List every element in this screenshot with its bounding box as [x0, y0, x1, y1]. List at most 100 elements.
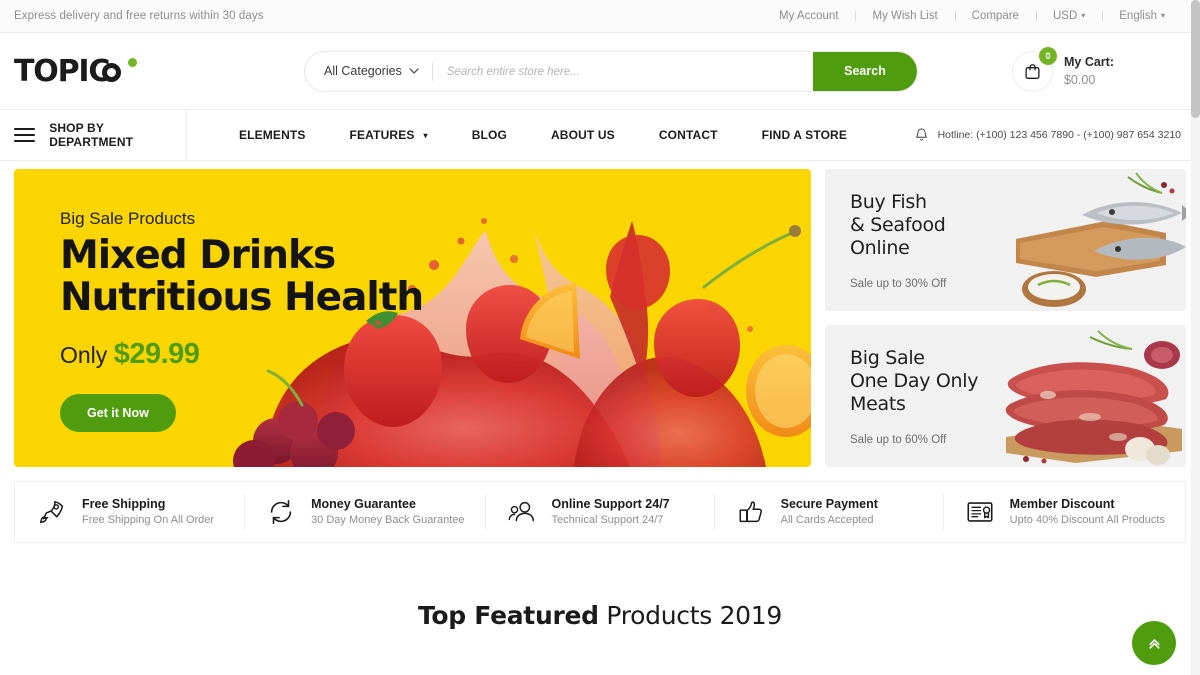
services-strip: Free Shipping Free Shipping On All Order… — [14, 481, 1186, 543]
utility-link-compare[interactable]: Compare — [955, 10, 1036, 22]
promo-title-line2: & Seafood — [850, 214, 946, 237]
promo-title-line1: Buy Fish — [850, 191, 927, 213]
utility-link-my-wish-list[interactable]: My Wish List — [855, 10, 954, 22]
promo-copy: Big Sale One Day Only Meats Sale up to 6… — [850, 347, 979, 446]
utility-link-my-account[interactable]: My Account — [762, 10, 855, 22]
promo-subtitle: Sale up to 60% Off — [850, 433, 947, 446]
cart-text: My Cart: $0.00 — [1064, 53, 1114, 89]
fish-seafood-image — [986, 169, 1186, 311]
main-navigation: SHOP BY DEPARTMENT ELEMENTS FEATURES ▾ BL… — [0, 109, 1200, 161]
service-text: Free Shipping Free Shipping On All Order — [82, 495, 214, 529]
section-heading-light: Products 2019 — [598, 601, 782, 630]
nav-item-label: CONTACT — [658, 128, 718, 142]
cart-count-badge: 0 — [1038, 46, 1057, 65]
service-title: Money Guarantee — [311, 496, 416, 511]
shop-by-department-button[interactable]: SHOP BY DEPARTMENT — [14, 109, 187, 161]
get-it-now-button[interactable]: Get it Now — [60, 394, 176, 433]
hero-price-value: $29.99 — [113, 338, 200, 371]
nav-item-label: ABOUT US — [550, 128, 615, 142]
nav-item-label: BLOG — [471, 128, 507, 142]
hero-kicker: Big Sale Products — [60, 209, 196, 228]
bell-icon — [915, 128, 927, 141]
scrollbar-thumb[interactable] — [1191, 0, 1200, 118]
service-text: Member Discount Upto 40% Discount All Pr… — [1010, 495, 1165, 529]
scroll-to-top-button[interactable] — [1132, 621, 1176, 665]
service-online-support: Online Support 24/7 Technical Support 24… — [485, 482, 714, 542]
promo-banner-meats[interactable]: Big Sale One Day Only Meats Sale up to 6… — [825, 325, 1186, 467]
hero-row: Big Sale Products Mixed Drinks Nutritiou… — [0, 161, 1200, 467]
meats-image — [986, 325, 1186, 467]
hotline: Hotline: (+100) 123 456 7890 - (+100) 98… — [914, 127, 1186, 143]
nav-item-blog[interactable]: BLOG — [450, 128, 529, 142]
service-text: Online Support 24/7 Technical Support 24… — [552, 495, 670, 529]
promo-subtitle: Sale up to 30% Off — [850, 277, 947, 290]
cart-area[interactable]: 0 My Cart: $0.00 — [918, 46, 1118, 92]
page-scrollbar[interactable] — [1191, 0, 1200, 675]
chevron-down-icon: ▾ — [1081, 11, 1086, 20]
logo-green-dot-icon — [128, 57, 137, 67]
language-selector[interactable]: English ▾ — [1102, 10, 1182, 22]
logo-text: TOPIC — [14, 53, 110, 89]
search-input[interactable] — [432, 51, 813, 91]
search-button[interactable]: Search — [813, 51, 917, 91]
cart-label: My Cart: — [1063, 54, 1114, 69]
service-free-shipping: Free Shipping Free Shipping On All Order — [15, 482, 244, 542]
nav-item-label: FIND A STORE — [761, 128, 848, 142]
nav-item-find-a-store[interactable]: FIND A STORE — [740, 128, 869, 142]
service-text: Secure Payment All Cards Accepted — [781, 495, 878, 529]
category-dropdown[interactable]: All Categories — [305, 52, 432, 91]
service-title: Secure Payment — [780, 496, 878, 511]
cart-icon-wrapper[interactable]: 0 — [1011, 46, 1057, 92]
people-icon — [505, 495, 539, 529]
cart-amount: $0.00 — [1063, 73, 1096, 87]
site-logo[interactable]: TOPIC — [14, 54, 304, 89]
nav-item-label: ELEMENTS — [239, 128, 306, 142]
hero-banner[interactable]: Big Sale Products Mixed Drinks Nutritiou… — [14, 169, 811, 467]
thumbs-up-icon — [734, 495, 768, 529]
chevron-down-icon: ▾ — [423, 130, 428, 140]
currency-selector[interactable]: USD ▾ — [1036, 10, 1102, 22]
certificate-icon — [963, 495, 997, 529]
nav-item-features[interactable]: FEATURES ▾ — [328, 128, 450, 142]
promo-banner-fish[interactable]: Buy Fish & Seafood Online Sale up to 30%… — [825, 169, 1186, 311]
service-text: Money Guarantee 30 Day Money Back Guaran… — [311, 495, 464, 529]
hotline-text: Hotline: (+100) 123 456 7890 - (+100) 98… — [937, 129, 1181, 141]
category-dropdown-label: All Categories — [324, 64, 402, 78]
service-subtitle: Free Shipping On All Order — [82, 514, 215, 527]
service-subtitle: Technical Support 24/7 — [551, 514, 664, 527]
service-secure-payment: Secure Payment All Cards Accepted — [714, 482, 943, 542]
nav-links: ELEMENTS FEATURES ▾ BLOG ABOUT US CONTACT… — [187, 128, 914, 142]
promo-copy: Buy Fish & Seafood Online Sale up to 30%… — [850, 191, 946, 290]
service-title: Free Shipping — [82, 496, 166, 511]
nav-item-elements[interactable]: ELEMENTS — [217, 128, 328, 142]
service-member-discount: Member Discount Upto 40% Discount All Pr… — [943, 482, 1185, 542]
currency-label: USD — [1052, 10, 1078, 22]
service-title: Online Support 24/7 — [551, 496, 670, 511]
hero-title-line1: Mixed Drinks — [60, 233, 336, 278]
utility-link-label: My Wish List — [872, 10, 938, 22]
chevron-down-icon — [409, 67, 419, 74]
hero-price-prefix: Only — [60, 342, 108, 369]
hero-title-line2: Nutritious Health — [60, 274, 424, 320]
service-money-guarantee: Money Guarantee 30 Day Money Back Guaran… — [244, 482, 484, 542]
nav-item-label: FEATURES — [349, 128, 415, 142]
page-root: Express delivery and free returns within… — [0, 0, 1200, 675]
section-heading-bold: Top Featured — [418, 601, 599, 630]
logo-ring-icon — [102, 62, 122, 82]
nav-item-about-us[interactable]: ABOUT US — [529, 128, 637, 142]
promo-title-line1: Big Sale — [850, 347, 925, 369]
main-header: TOPIC All Categories Search 0 — [0, 33, 1200, 109]
nav-item-contact[interactable]: CONTACT — [637, 128, 740, 142]
utility-link-label: My Account — [779, 10, 839, 22]
service-subtitle: All Cards Accepted — [780, 514, 874, 527]
hero-price: Only $29.99 — [60, 338, 423, 371]
service-title: Member Discount — [1009, 496, 1115, 511]
announcement-text: Express delivery and free returns within… — [14, 10, 264, 22]
orange-slice — [746, 345, 811, 437]
utility-link-label: Compare — [971, 10, 1019, 22]
utility-links: My Account My Wish List Compare USD ▾ Eng… — [762, 10, 1182, 22]
service-subtitle: 30 Day Money Back Guarantee — [311, 514, 465, 527]
hamburger-icon — [14, 128, 36, 142]
refresh-arrows-icon — [264, 495, 298, 529]
promo-title-line3: Online — [850, 237, 910, 260]
